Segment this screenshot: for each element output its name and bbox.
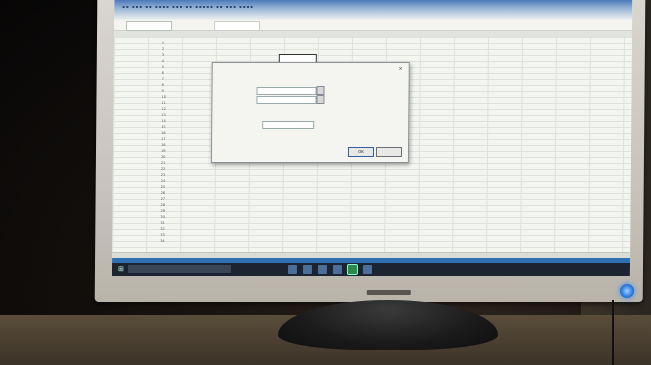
input-range-field[interactable] xyxy=(256,87,317,95)
option-field[interactable] xyxy=(262,121,315,129)
row-number[interactable]: 34 xyxy=(160,238,190,244)
monitor-screen: ▪▪ ▪▪▪ ▪▪ ▪▪▪▪ ▪▪▪ ▪▪ ▪▪▪▪▪ ▪▪ ▪▪▪ ▪▪▪▪ … xyxy=(111,0,633,276)
taskbar-app-icon[interactable] xyxy=(287,265,298,274)
taskbar-app-icon[interactable] xyxy=(302,265,313,274)
formula-bar xyxy=(114,20,633,31)
taskbar-app-icon[interactable] xyxy=(317,265,328,274)
name-box[interactable] xyxy=(126,21,173,31)
cancel-button[interactable] xyxy=(375,147,403,157)
close-icon[interactable]: × xyxy=(398,66,402,72)
row-number-column: 1 2 3 4 5 6 7 8 9 10 11 12 13 14 15 16 17 18 19 20 21 22 23 24 2… xyxy=(160,40,192,245)
taskbar-app-icon[interactable] xyxy=(362,265,373,274)
taskbar-apps xyxy=(287,264,373,275)
ribbon-toolbar[interactable]: ▪▪ ▪▪▪ ▪▪ ▪▪▪▪ ▪▪▪ ▪▪ ▪▪▪▪▪ ▪▪ ▪▪▪ ▪▪▪▪ xyxy=(122,4,254,9)
formula-input[interactable] xyxy=(214,21,261,31)
power-led-icon xyxy=(620,284,634,298)
windows-start-icon[interactable]: ⊞ xyxy=(116,264,126,274)
range-picker-icon[interactable] xyxy=(316,86,325,95)
ok-button[interactable]: OK xyxy=(347,147,375,157)
output-range-field[interactable] xyxy=(256,96,317,104)
cable xyxy=(612,300,614,365)
monitor-brand-badge xyxy=(366,290,411,295)
monitor-bezel: ▪▪ ▪▪▪ ▪▪ ▪▪▪▪ ▪▪▪ ▪▪ ▪▪▪▪▪ ▪▪ ▪▪▪ ▪▪▪▪ … xyxy=(94,0,646,302)
dialog-window: × OK xyxy=(210,62,410,163)
taskbar-search-input[interactable] xyxy=(127,265,232,273)
excel-icon[interactable] xyxy=(346,264,359,275)
taskbar-app-icon[interactable] xyxy=(332,265,343,274)
spreadsheet-ribbon: ▪▪ ▪▪▪ ▪▪ ▪▪▪▪ ▪▪▪ ▪▪ ▪▪▪▪▪ ▪▪ ▪▪▪ ▪▪▪▪ xyxy=(114,0,633,20)
range-picker-icon[interactable] xyxy=(316,95,325,104)
